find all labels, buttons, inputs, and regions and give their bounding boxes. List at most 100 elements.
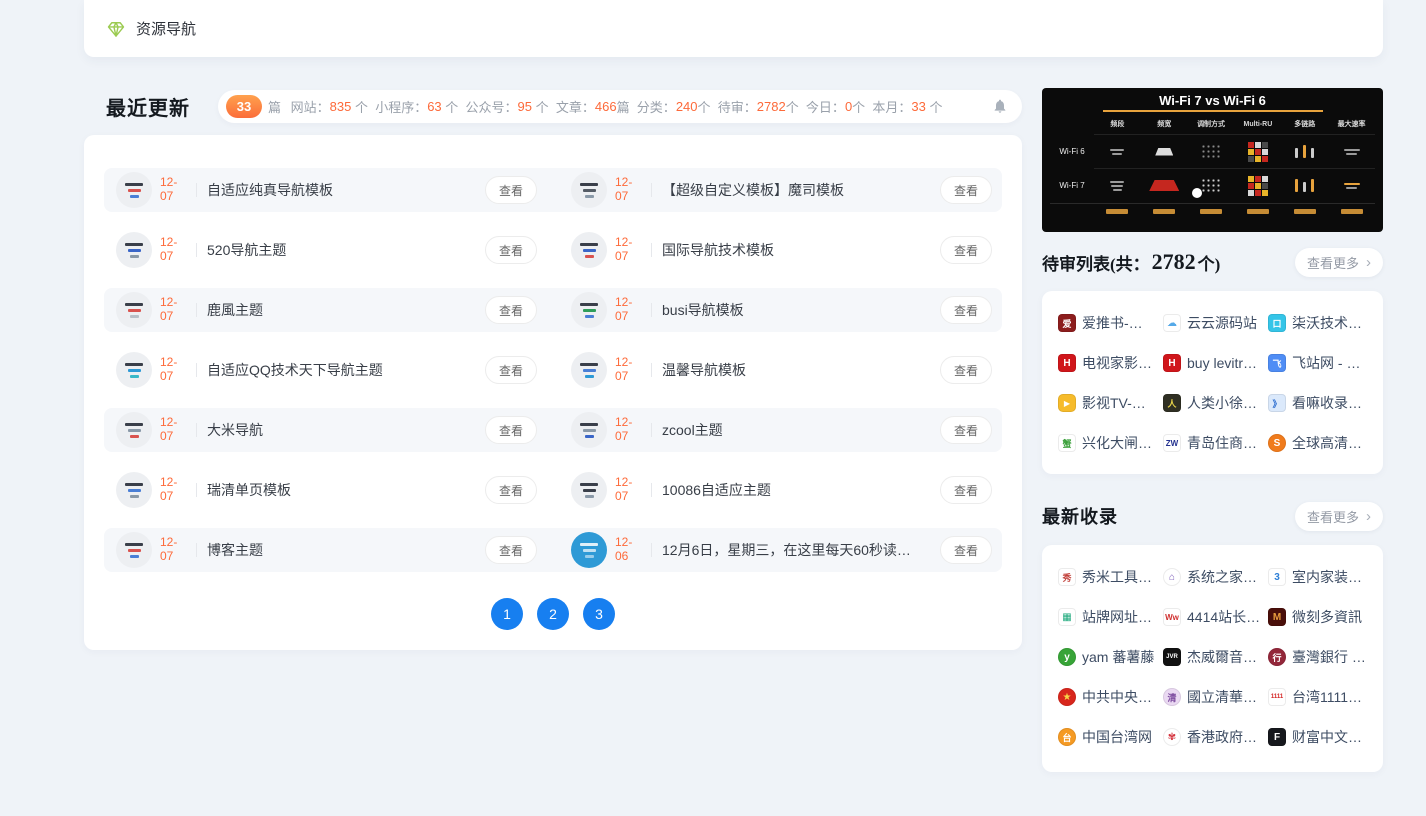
site-link[interactable]: JVR 杰威爾音… xyxy=(1163,637,1262,677)
site-thumbnail xyxy=(116,352,152,388)
site-favicon: ZW xyxy=(1163,434,1181,452)
site-link[interactable]: 3 室内家装… xyxy=(1268,557,1367,597)
site-link[interactable]: Ww 4414站长… xyxy=(1163,597,1262,637)
divider xyxy=(651,243,652,257)
pending-more-button[interactable]: 查看更多 › xyxy=(1294,247,1383,277)
view-button[interactable]: 查看 xyxy=(939,296,992,324)
view-button[interactable]: 查看 xyxy=(939,416,992,444)
list-item[interactable]: 12- 07 busi导航模板 查看 xyxy=(559,288,1002,332)
banner-underline xyxy=(1102,110,1323,112)
list-item[interactable]: 12- 07 自适应纯真导航模板 查看 xyxy=(104,168,547,212)
wifi-column-header: 频段 xyxy=(1110,121,1125,128)
view-button[interactable]: 查看 xyxy=(484,176,537,204)
stat-item: 待审： 2782 个 xyxy=(717,98,806,115)
site-link[interactable]: 秀 秀米工具… xyxy=(1058,557,1157,597)
stat-item: 今日： 0 个 xyxy=(805,98,873,115)
item-date: 12- 06 xyxy=(615,535,633,563)
item-title: 10086自适应主题 xyxy=(662,482,771,498)
item-title: 瑞清单页模板 xyxy=(207,482,291,498)
site-link[interactable]: ZW 青岛住商… xyxy=(1163,423,1262,463)
site-link[interactable]: 口 柒沃技术… xyxy=(1268,303,1367,343)
view-button[interactable]: 查看 xyxy=(484,536,537,564)
site-thumbnail xyxy=(571,532,607,568)
view-button[interactable]: 查看 xyxy=(939,176,992,204)
site-thumbnail xyxy=(571,172,607,208)
list-item[interactable]: 12- 07 zcool主题 查看 xyxy=(559,408,1002,452)
site-link[interactable]: S 全球高清… xyxy=(1268,423,1367,463)
view-button[interactable]: 查看 xyxy=(484,356,537,384)
item-date: 12- 07 xyxy=(160,235,178,263)
site-link[interactable]: F 财富中文… xyxy=(1268,717,1367,757)
site-thumbnail xyxy=(116,292,152,328)
view-button[interactable]: 查看 xyxy=(484,416,537,444)
site-link[interactable]: ▦ 站牌网址… xyxy=(1058,597,1157,637)
site-link-label: 影视TV-… xyxy=(1082,395,1146,411)
site-link[interactable]: y yam 蕃薯藤 xyxy=(1058,637,1157,677)
site-link[interactable]: 行 臺灣銀行 … xyxy=(1268,637,1367,677)
item-title: 大米导航 xyxy=(207,422,263,438)
site-link[interactable]: H buy levitr… xyxy=(1163,343,1262,383)
item-title: 温馨导航模板 xyxy=(662,362,746,378)
site-link[interactable]: ⌂ 系统之家… xyxy=(1163,557,1262,597)
latest-more-button[interactable]: 查看更多 › xyxy=(1294,501,1383,531)
site-link[interactable]: 台 中国台湾网 xyxy=(1058,717,1157,757)
view-button[interactable]: 查看 xyxy=(939,476,992,504)
site-link[interactable]: H 电视家影… xyxy=(1058,343,1157,383)
list-item[interactable]: 12- 07 10086自适应主题 查看 xyxy=(559,468,1002,512)
list-item[interactable]: 12- 07 520导航主题 查看 xyxy=(104,228,547,272)
site-link-label: 人类小徐… xyxy=(1187,395,1257,411)
site-link[interactable]: ✾ 香港政府… xyxy=(1163,717,1262,757)
site-favicon: 蟹 xyxy=(1058,434,1076,452)
wifi-banner[interactable]: Wi-Fi 7 vs Wi-Fi 6 频段 频宽 调制方式 Multi-RU 多链路 最大… xyxy=(1042,88,1383,232)
site-link[interactable]: M 微刻多資訊 xyxy=(1268,597,1367,637)
item-title: zcool主题 xyxy=(662,422,723,438)
item-title: 【超级自定义模板】魔司模板 xyxy=(662,182,844,198)
view-button[interactable]: 查看 xyxy=(484,476,537,504)
site-link-label: 爱推书-… xyxy=(1082,315,1143,331)
stat-item: 网站： 835 个 xyxy=(290,98,376,115)
site-favicon: 清 xyxy=(1163,688,1181,706)
site-link[interactable]: 蟹 兴化大闸… xyxy=(1058,423,1157,463)
list-item[interactable]: 12- 06 12月6日，星期三，在这里每天60秒读… 查看 xyxy=(559,528,1002,572)
list-item[interactable]: 12- 07 鹿風主题 查看 xyxy=(104,288,547,332)
page-button[interactable]: 1 xyxy=(491,598,523,630)
site-thumbnail xyxy=(571,232,607,268)
site-link[interactable]: 清 國立清華… xyxy=(1163,677,1262,717)
list-item[interactable]: 12- 07 瑞清单页模板 查看 xyxy=(104,468,547,512)
site-link[interactable]: 爱 爱推书-… xyxy=(1058,303,1157,343)
list-item[interactable]: 12- 07 温馨导航模板 查看 xyxy=(559,348,1002,392)
site-favicon: S xyxy=(1268,434,1286,452)
site-link[interactable]: 1111 台湾1111… xyxy=(1268,677,1367,717)
site-link[interactable]: ☁ 云云源码站 xyxy=(1163,303,1262,343)
list-item[interactable]: 12- 07 博客主题 查看 xyxy=(104,528,547,572)
page-title: 资源导航 xyxy=(136,21,197,38)
section-title-recent: 最近更新 xyxy=(106,97,190,120)
bell-icon[interactable] xyxy=(992,98,1008,114)
item-date: 12- 07 xyxy=(615,235,633,263)
view-button[interactable]: 查看 xyxy=(484,296,537,324)
recent-list-card: 12- 07 自适应纯真导航模板 查看 12- 07 【超级自定义模板】魔司模板 查… xyxy=(84,135,1022,650)
site-favicon: 1111 xyxy=(1268,688,1286,706)
page-button[interactable]: 2 xyxy=(537,598,569,630)
view-button[interactable]: 查看 xyxy=(939,536,992,564)
site-link[interactable]: 飞 飞站网 - … xyxy=(1268,343,1367,383)
site-link[interactable]: 》 看嘛收录… xyxy=(1268,383,1367,423)
view-button[interactable]: 查看 xyxy=(484,236,537,264)
list-item[interactable]: 12- 07 【超级自定义模板】魔司模板 查看 xyxy=(559,168,1002,212)
site-link-label: 电视家影… xyxy=(1082,355,1152,371)
site-link[interactable]: 人 人类小徐… xyxy=(1163,383,1262,423)
list-row: 12- 07 大米导航 查看 12- 07 zcool主题 查看 xyxy=(104,408,1002,452)
site-thumbnail xyxy=(116,532,152,568)
site-favicon: ▦ xyxy=(1058,608,1076,626)
view-button[interactable]: 查看 xyxy=(939,356,992,384)
wifi-banner-title: Wi-Fi 7 vs Wi-Fi 6 xyxy=(1159,93,1266,108)
site-link[interactable]: ▶ 影视TV-… xyxy=(1058,383,1157,423)
list-item[interactable]: 12- 07 国际导航技术模板 查看 xyxy=(559,228,1002,272)
page-button[interactable]: 3 xyxy=(583,598,615,630)
site-link[interactable]: ★ 中共中央… xyxy=(1058,677,1157,717)
stat-item: 小程序： 63 个 xyxy=(375,98,466,115)
list-item[interactable]: 12- 07 自适应QQ技术天下导航主题 查看 xyxy=(104,348,547,392)
list-item[interactable]: 12- 07 大米导航 查看 xyxy=(104,408,547,452)
view-button[interactable]: 查看 xyxy=(939,236,992,264)
list-row: 12- 07 瑞清单页模板 查看 12- 07 10086自适应主题 查看 xyxy=(104,468,1002,512)
